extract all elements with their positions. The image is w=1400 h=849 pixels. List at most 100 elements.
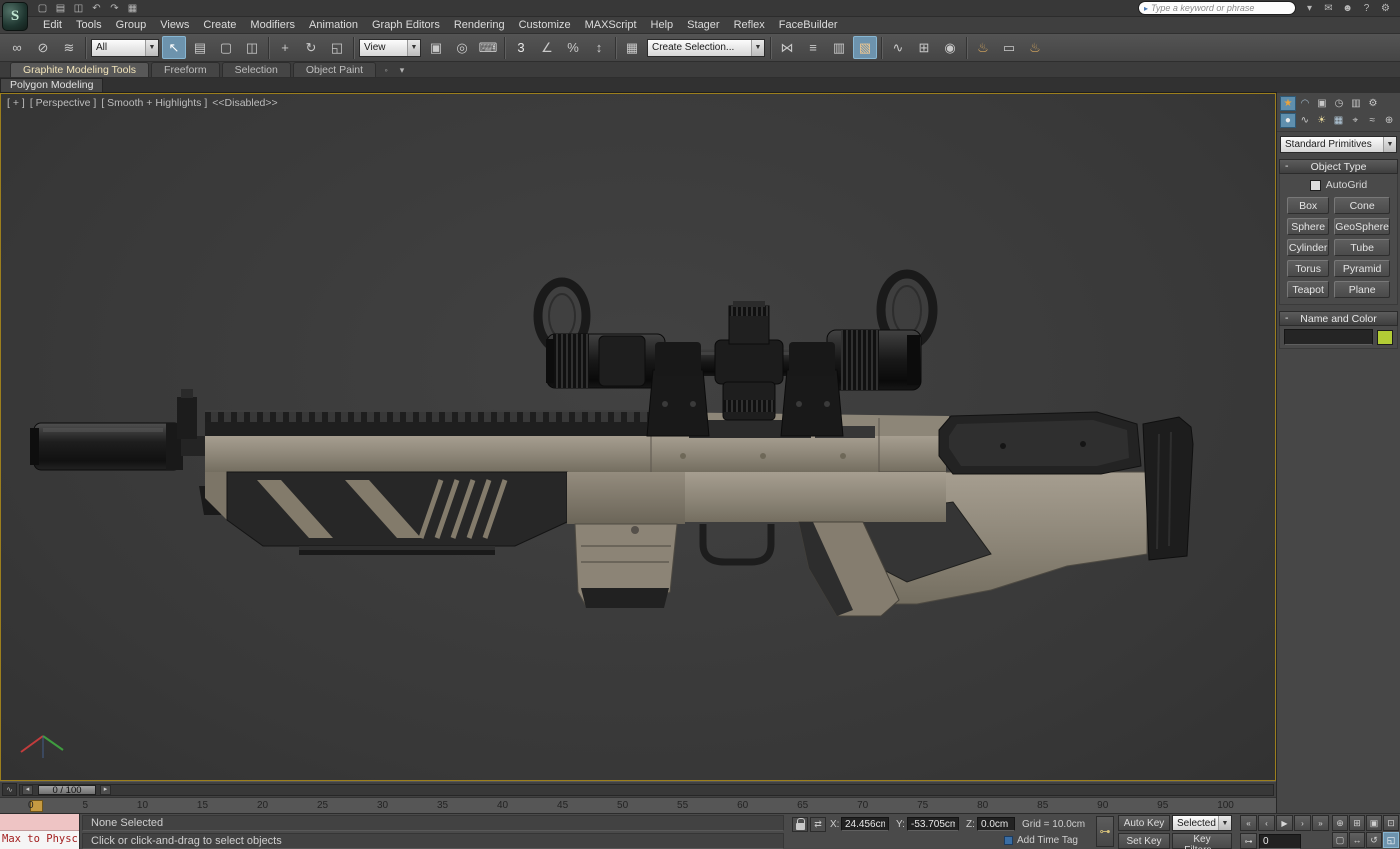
select-and-link-icon[interactable]: ∞ bbox=[5, 36, 29, 59]
menu-edit[interactable]: Edit bbox=[36, 19, 69, 31]
geometry-category-icon[interactable]: ● bbox=[1280, 113, 1296, 128]
zoom-extents-all-button[interactable]: ⊡ bbox=[1383, 815, 1399, 831]
tab-freeform[interactable]: Freeform bbox=[151, 62, 220, 77]
select-and-move-icon[interactable]: + bbox=[273, 36, 297, 59]
menu-facebuilder[interactable]: FaceBuilder bbox=[772, 19, 845, 31]
panel-tab-polygon-modeling[interactable]: Polygon Modeling bbox=[0, 78, 103, 93]
shapes-category-icon[interactable]: ∿ bbox=[1297, 113, 1313, 128]
hierarchy-tab-icon[interactable]: ▣ bbox=[1314, 96, 1330, 111]
menu-animation[interactable]: Animation bbox=[302, 19, 365, 31]
autogrid-checkbox[interactable] bbox=[1310, 180, 1321, 191]
create-tab-icon[interactable]: ★ bbox=[1280, 96, 1296, 111]
edit-named-selection-sets-icon[interactable]: ▦ bbox=[620, 36, 644, 59]
select-object-icon[interactable]: ↖ bbox=[162, 36, 186, 59]
named-selection-sets-dropdown[interactable]: Create Selection... ▼ bbox=[647, 39, 765, 57]
selection-set-dropdown[interactable]: Selected ▼ bbox=[1172, 815, 1232, 831]
material-editor-icon[interactable]: ◉ bbox=[938, 36, 962, 59]
reference-coordinate-dropdown[interactable]: View ▼ bbox=[359, 39, 421, 57]
menu-reflex[interactable]: Reflex bbox=[727, 19, 772, 31]
cylinder-button[interactable]: Cylinder bbox=[1287, 239, 1329, 256]
previous-frame-button[interactable]: ‹ bbox=[1258, 815, 1275, 831]
cheek-rest[interactable] bbox=[939, 412, 1141, 474]
menu-maxscript[interactable]: MAXScript bbox=[578, 19, 644, 31]
zoom-button[interactable]: ⊕ bbox=[1332, 815, 1348, 831]
maxscript-mini-listener[interactable]: Max to Physc. bbox=[0, 814, 80, 849]
object-name-input[interactable] bbox=[1284, 329, 1373, 345]
percent-snap-icon[interactable]: % bbox=[561, 36, 585, 59]
menu-stager[interactable]: Stager bbox=[680, 19, 726, 31]
zoom-extents-button[interactable]: ▣ bbox=[1366, 815, 1382, 831]
open-file-icon[interactable]: ▤ bbox=[52, 1, 69, 15]
z-coordinate-field[interactable] bbox=[977, 817, 1015, 831]
turret-housing[interactable] bbox=[715, 301, 783, 420]
viewport-shading-menu[interactable]: [ Smooth + Highlights ] bbox=[101, 97, 207, 109]
select-by-name-icon[interactable]: ▤ bbox=[188, 36, 212, 59]
align-icon[interactable]: ≡ bbox=[801, 36, 825, 59]
sign-in-icon[interactable]: ☻ bbox=[1339, 1, 1356, 15]
ocular-housing[interactable] bbox=[546, 334, 665, 388]
pyramid-button[interactable]: Pyramid bbox=[1334, 260, 1390, 277]
redo-icon[interactable]: ↷ bbox=[106, 1, 123, 15]
object-color-swatch[interactable] bbox=[1377, 330, 1393, 345]
display-tab-icon[interactable]: ▥ bbox=[1348, 96, 1364, 111]
go-to-end-button[interactable]: » bbox=[1312, 815, 1329, 831]
geosphere-button[interactable]: GeoSphere bbox=[1334, 218, 1390, 235]
torus-button[interactable]: Torus bbox=[1287, 260, 1329, 277]
pan-view-button[interactable]: ↔ bbox=[1349, 832, 1365, 848]
rectangular-selection-region-icon[interactable]: ▢ bbox=[214, 36, 238, 59]
y-coordinate-field[interactable] bbox=[907, 817, 959, 831]
search-settings-icon[interactable]: ▾ bbox=[1301, 1, 1318, 15]
max-logo-icon[interactable]: S bbox=[2, 2, 28, 31]
communication-center-icon[interactable]: ✉ bbox=[1320, 1, 1337, 15]
teapot-button[interactable]: Teapot bbox=[1287, 281, 1329, 298]
field-of-view-button[interactable]: ▢ bbox=[1332, 832, 1348, 848]
new-scene-icon[interactable]: ▢ bbox=[34, 1, 51, 15]
save-file-icon[interactable]: ◫ bbox=[70, 1, 87, 15]
viewport-pov-menu[interactable]: [ Perspective ] bbox=[30, 97, 97, 109]
menu-modifiers[interactable]: Modifiers bbox=[243, 19, 302, 31]
rollout-header-object-type[interactable]: - Object Type bbox=[1279, 159, 1398, 174]
objective-housing[interactable] bbox=[827, 330, 921, 390]
perspective-viewport[interactable]: [ + ][ Perspective ][ Smooth + Highlight… bbox=[0, 93, 1276, 781]
select-and-manipulate-icon[interactable]: ◎ bbox=[450, 36, 474, 59]
mini-curve-editor-button[interactable]: ∿ bbox=[2, 783, 17, 796]
box-button[interactable]: Box bbox=[1287, 197, 1329, 214]
window-crossing-icon[interactable]: ◫ bbox=[240, 36, 264, 59]
menu-tools[interactable]: Tools bbox=[69, 19, 109, 31]
track-bar[interactable]: 0510152025303540455055606570758085909510… bbox=[0, 797, 1276, 813]
modify-tab-icon[interactable]: ◠ bbox=[1297, 96, 1313, 111]
cone-button[interactable]: Cone bbox=[1334, 197, 1390, 214]
angle-snap-icon[interactable]: ∠ bbox=[535, 36, 559, 59]
tube-button[interactable]: Tube bbox=[1334, 239, 1390, 256]
handguard[interactable] bbox=[205, 472, 567, 555]
primitive-category-dropdown[interactable]: Standard Primitives ▼ bbox=[1280, 136, 1397, 153]
snaps-toggle-icon[interactable]: 3 bbox=[509, 36, 533, 59]
mirror-icon[interactable]: ⋈ bbox=[775, 36, 799, 59]
toggle-scene-explorer-icon[interactable]: ▥ bbox=[827, 36, 851, 59]
key-mode-toggle-button[interactable]: ⊶ bbox=[1240, 833, 1257, 849]
zoom-all-button[interactable]: ⊞ bbox=[1349, 815, 1365, 831]
tab-object-paint[interactable]: Object Paint bbox=[293, 62, 376, 77]
time-slider-handle[interactable]: 0 / 100 bbox=[38, 785, 96, 795]
render-production-icon[interactable]: ♨ bbox=[1023, 36, 1047, 59]
auto-key-button[interactable]: Auto Key bbox=[1118, 815, 1170, 831]
systems-category-icon[interactable]: ⊕ bbox=[1381, 113, 1397, 128]
search-input[interactable] bbox=[1151, 3, 1290, 13]
set-key-toggle-button[interactable]: ⊶ bbox=[1096, 816, 1114, 847]
ribbon-display-toggle-icon[interactable]: ◦ bbox=[378, 63, 394, 77]
ribbon-config-icon[interactable]: ▾ bbox=[394, 63, 410, 77]
utilities-tab-icon[interactable]: ⚙ bbox=[1365, 96, 1381, 111]
use-pivot-center-icon[interactable]: ▣ bbox=[424, 36, 448, 59]
next-frame-arrow[interactable]: ▸ bbox=[100, 785, 111, 795]
current-frame-field[interactable] bbox=[1259, 834, 1301, 849]
select-and-rotate-icon[interactable]: ↻ bbox=[299, 36, 323, 59]
project-folder-icon[interactable]: ▦ bbox=[124, 1, 141, 15]
rifle-3d-model[interactable] bbox=[1, 94, 1275, 780]
next-frame-button[interactable]: › bbox=[1294, 815, 1311, 831]
plane-button[interactable]: Plane bbox=[1334, 281, 1390, 298]
x-coordinate-field[interactable] bbox=[841, 817, 889, 831]
go-to-start-button[interactable]: « bbox=[1240, 815, 1257, 831]
tab-graphite-modeling-tools[interactable]: Graphite Modeling Tools bbox=[10, 62, 149, 77]
unlink-selection-icon[interactable]: ⊘ bbox=[31, 36, 55, 59]
add-time-tag[interactable]: Add Time Tag bbox=[1004, 835, 1078, 846]
